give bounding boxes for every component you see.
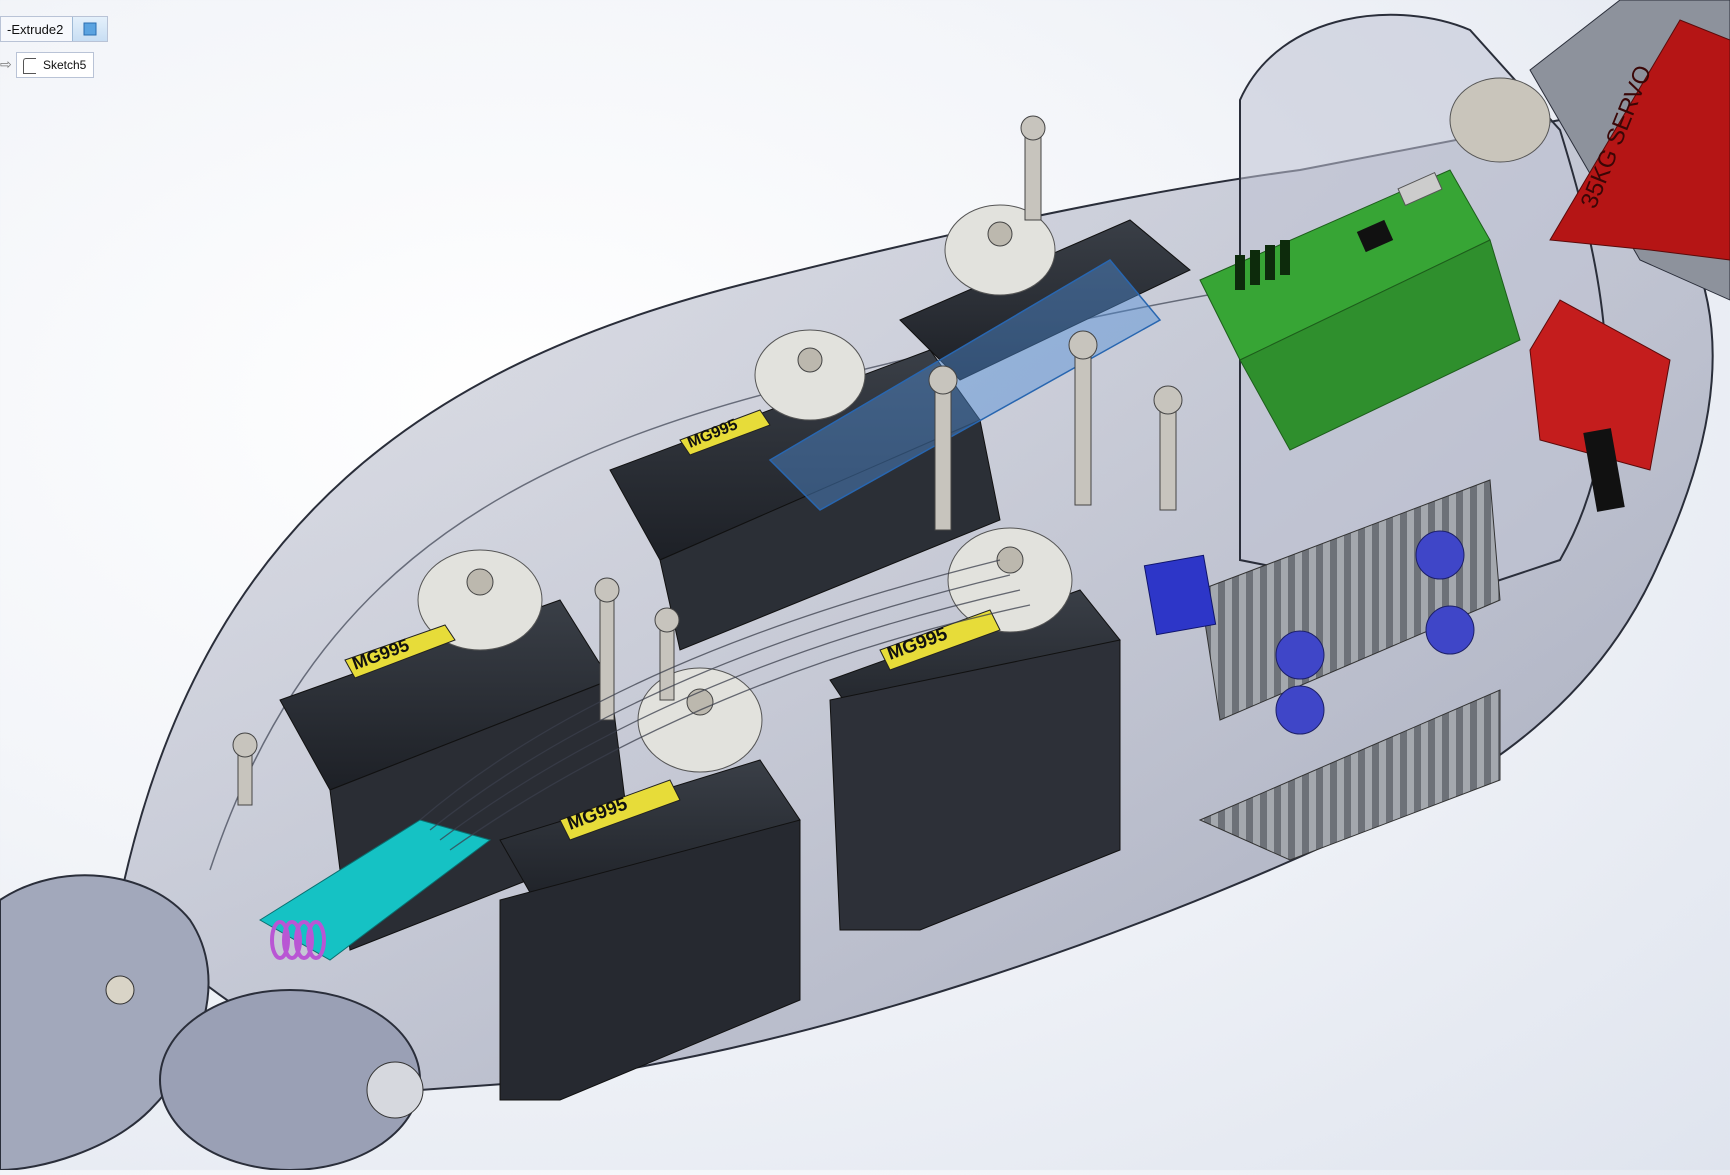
joint-screw[interactable]	[105, 975, 135, 1005]
assembly-graphics[interactable]: MG995 MG995 MG995 MG995 35KG SERVO	[0, 0, 1730, 1172]
pivot-center	[366, 1061, 424, 1119]
select-square-icon[interactable]	[72, 17, 107, 41]
3d-viewport[interactable]: MG995 MG995 MG995 MG995 35KG SERVO	[0, 0, 1730, 1172]
feature-node-sketch-label: Sketch5	[43, 58, 87, 72]
blue-module[interactable]	[1143, 554, 1217, 636]
sketch-icon	[23, 58, 36, 74]
feature-node-sketch[interactable]: Sketch5	[16, 52, 94, 78]
feature-node-extrude[interactable]: -Extrude2	[0, 16, 108, 42]
arrow-right-icon: ⇨	[0, 56, 12, 72]
feature-node-extrude-label: -Extrude2	[7, 21, 64, 37]
